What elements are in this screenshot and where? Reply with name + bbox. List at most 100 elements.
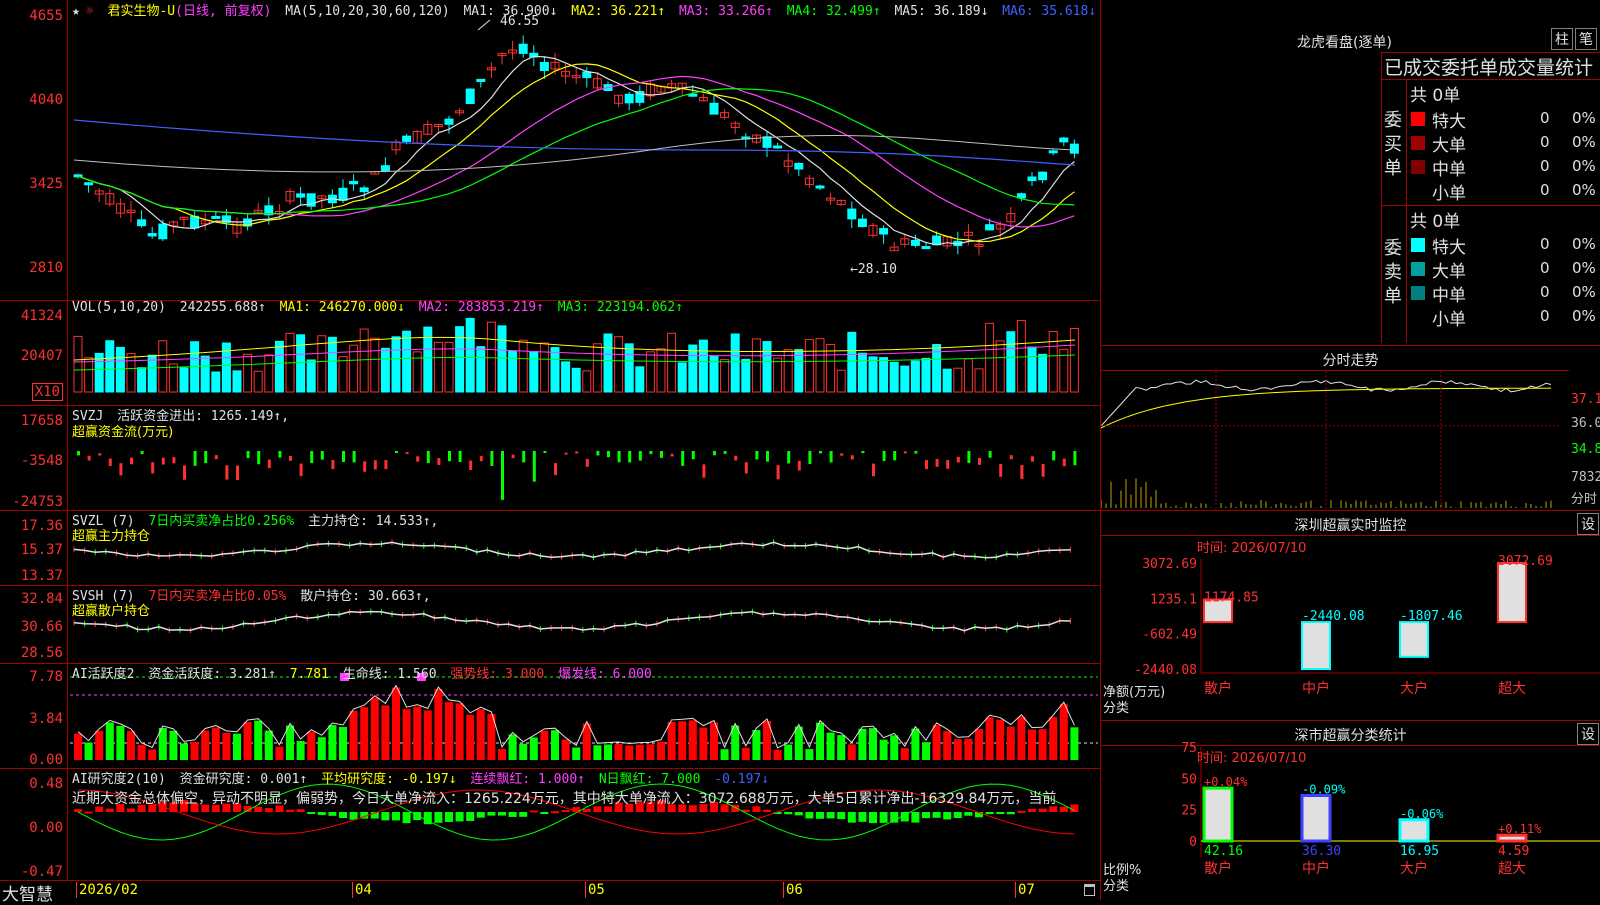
monitor-category-label: 中户 [1302,680,1330,697]
monitor-value-label: -1807.46 [1400,609,1463,624]
ma2-value: MA2: 36.221↑ [571,4,666,19]
activity-bar [264,730,273,760]
activity-bar [296,740,305,760]
svzj-panel[interactable]: 17658 -3548 -24753 SVZJ 活跃资金进出: 1265.149… [0,405,1100,511]
buy-row-pct: 0% [1572,109,1596,127]
ai2-label5: -0.197↓ [714,772,770,787]
flow-bar [225,465,229,480]
ai1-label4: 强势线: 3.000 [450,667,545,682]
ai1-header[interactable]: AI活跃度2 [72,667,134,682]
volume-bar [1016,320,1026,393]
svzl-panel[interactable]: 17.36 15.37 13.37 SVZL (7) 7日内买卖净占比0.256… [0,510,1100,586]
flow-bar [161,457,165,465]
activity-bar [688,720,697,760]
volume-bar [126,353,136,393]
flow-bar [299,463,303,477]
flow-bar [511,454,515,459]
monitor-axis-tick: -602.49 [1142,628,1197,643]
candle-body [815,185,825,189]
sz-monitor-chart: 3072.69 1235.1 -602.49 -2440.08 1174.85 散户 -24… [1134,554,1600,697]
research-bar [879,812,888,823]
volume-panel[interactable]: 41324 20407 X10 VOL(5,10,20) 242255.688↑… [0,300,1100,406]
activity-bar [233,733,241,760]
candle-body [1038,171,1048,181]
buy-label: 委买单 [1384,110,1402,179]
activity-bar [180,743,188,760]
research-bar [508,812,517,817]
flow-bar [713,451,716,456]
activity-bar [360,707,369,760]
candle-body [444,118,454,125]
sz-monitor-panel[interactable]: 深圳超赢实时监控 设 时间: 2026/07/10 3072.69 1235.1-… [1100,510,1600,720]
candle-body [518,43,528,54]
ma3-line [77,75,1075,228]
flow-bar [384,460,388,470]
activity-bar [1006,726,1015,760]
candle-body [137,219,147,227]
period-label[interactable]: (日线, 前复权) [175,4,271,19]
date-tick: 2026/02 [76,882,138,898]
flow-bar [458,451,462,462]
flow-bar [776,465,780,480]
research-bar [784,812,793,815]
flow-bar [967,451,971,464]
flow-bar [596,451,600,456]
sz-class-panel[interactable]: 深市超赢分类统计 设 时间: 2026/07/10 75 50 25 0 +0.04% 4… [1100,720,1600,900]
volume-bar [518,339,528,393]
flow-bar [999,463,1003,477]
flow-bar [373,460,377,470]
activity-bar [741,747,750,760]
flow-bar [236,465,239,481]
activity-bar [519,743,528,760]
buy-row-pct: 0% [1572,181,1596,199]
activity-bar [614,743,623,760]
activity-bar [540,730,549,760]
retail-position-line [73,610,1071,632]
volume-chart[interactable] [0,300,1100,405]
activity-bar [953,739,962,760]
ai2-header[interactable]: AI研究度2(10) [72,772,166,787]
flow-bar [787,451,791,464]
activity-bar [1017,716,1026,760]
flow-bar [405,452,409,455]
tick-mode-button[interactable]: 笔 [1575,28,1597,50]
price-panel[interactable]: 4655 4040 3425 2810 ★ ☼ 君实生物-U(日线, 前复权) M… [0,0,1100,301]
flow-bar [363,461,367,472]
candle-body [985,224,995,231]
volume-bar [688,344,698,393]
volume-bar [571,367,581,393]
bar-mode-button[interactable]: 柱 [1551,28,1573,50]
activity-bar [370,697,379,760]
research-bar [985,812,994,815]
date-bar[interactable]: 大智慧 2026/02 04 05 06 07 [0,880,1100,905]
flow-bar [183,465,186,480]
activity-bar [784,744,793,760]
activity-bar [699,727,708,760]
vol-header[interactable]: VOL(5,10,20) [72,300,166,315]
intraday-tick: 分时 [1571,492,1598,507]
class-bar [1202,786,1234,843]
favorite-icon[interactable]: ★ [72,4,80,19]
monitor-axis-tick: 1235.1 [1150,592,1197,607]
ma-params[interactable]: MA(5,10,20,30,60,120) [285,4,449,19]
lock-icon[interactable] [1084,884,1095,896]
buy-swatch [1411,136,1425,150]
research-bar [763,809,771,812]
intraday-panel[interactable]: 分时走势 37.15 36.00 34.85 7832 分时 [1100,345,1600,511]
activity-bar [190,741,199,760]
ai-research-panel[interactable]: 0.48 0.00 -0.47 AI研究度2(10) 资金研究度: 0.001↑… [0,768,1100,881]
svsh-panel[interactable]: 32.84 30.66 28.56 SVSH (7) 7日内买卖净占比0.05%… [0,585,1100,664]
flow-bar [522,451,526,463]
volume-bar [815,338,825,393]
ai-activity-panel[interactable]: 7.78 3.84 0.00 AI活跃度2 资金活跃度: 3.281↑ 7.78… [0,663,1100,769]
sell-row-name: 中单 [1432,286,1466,306]
candlestick-chart[interactable] [0,0,1100,300]
research-bar [943,812,952,820]
class-bar [1398,818,1430,843]
monitor-bar [1399,621,1429,658]
flow-bar [744,462,748,474]
flow-bar [925,460,928,470]
settings-gear-icon[interactable]: ☼ [86,4,94,19]
volume-bar [635,366,645,393]
intraday-chart[interactable] [1101,346,1571,511]
